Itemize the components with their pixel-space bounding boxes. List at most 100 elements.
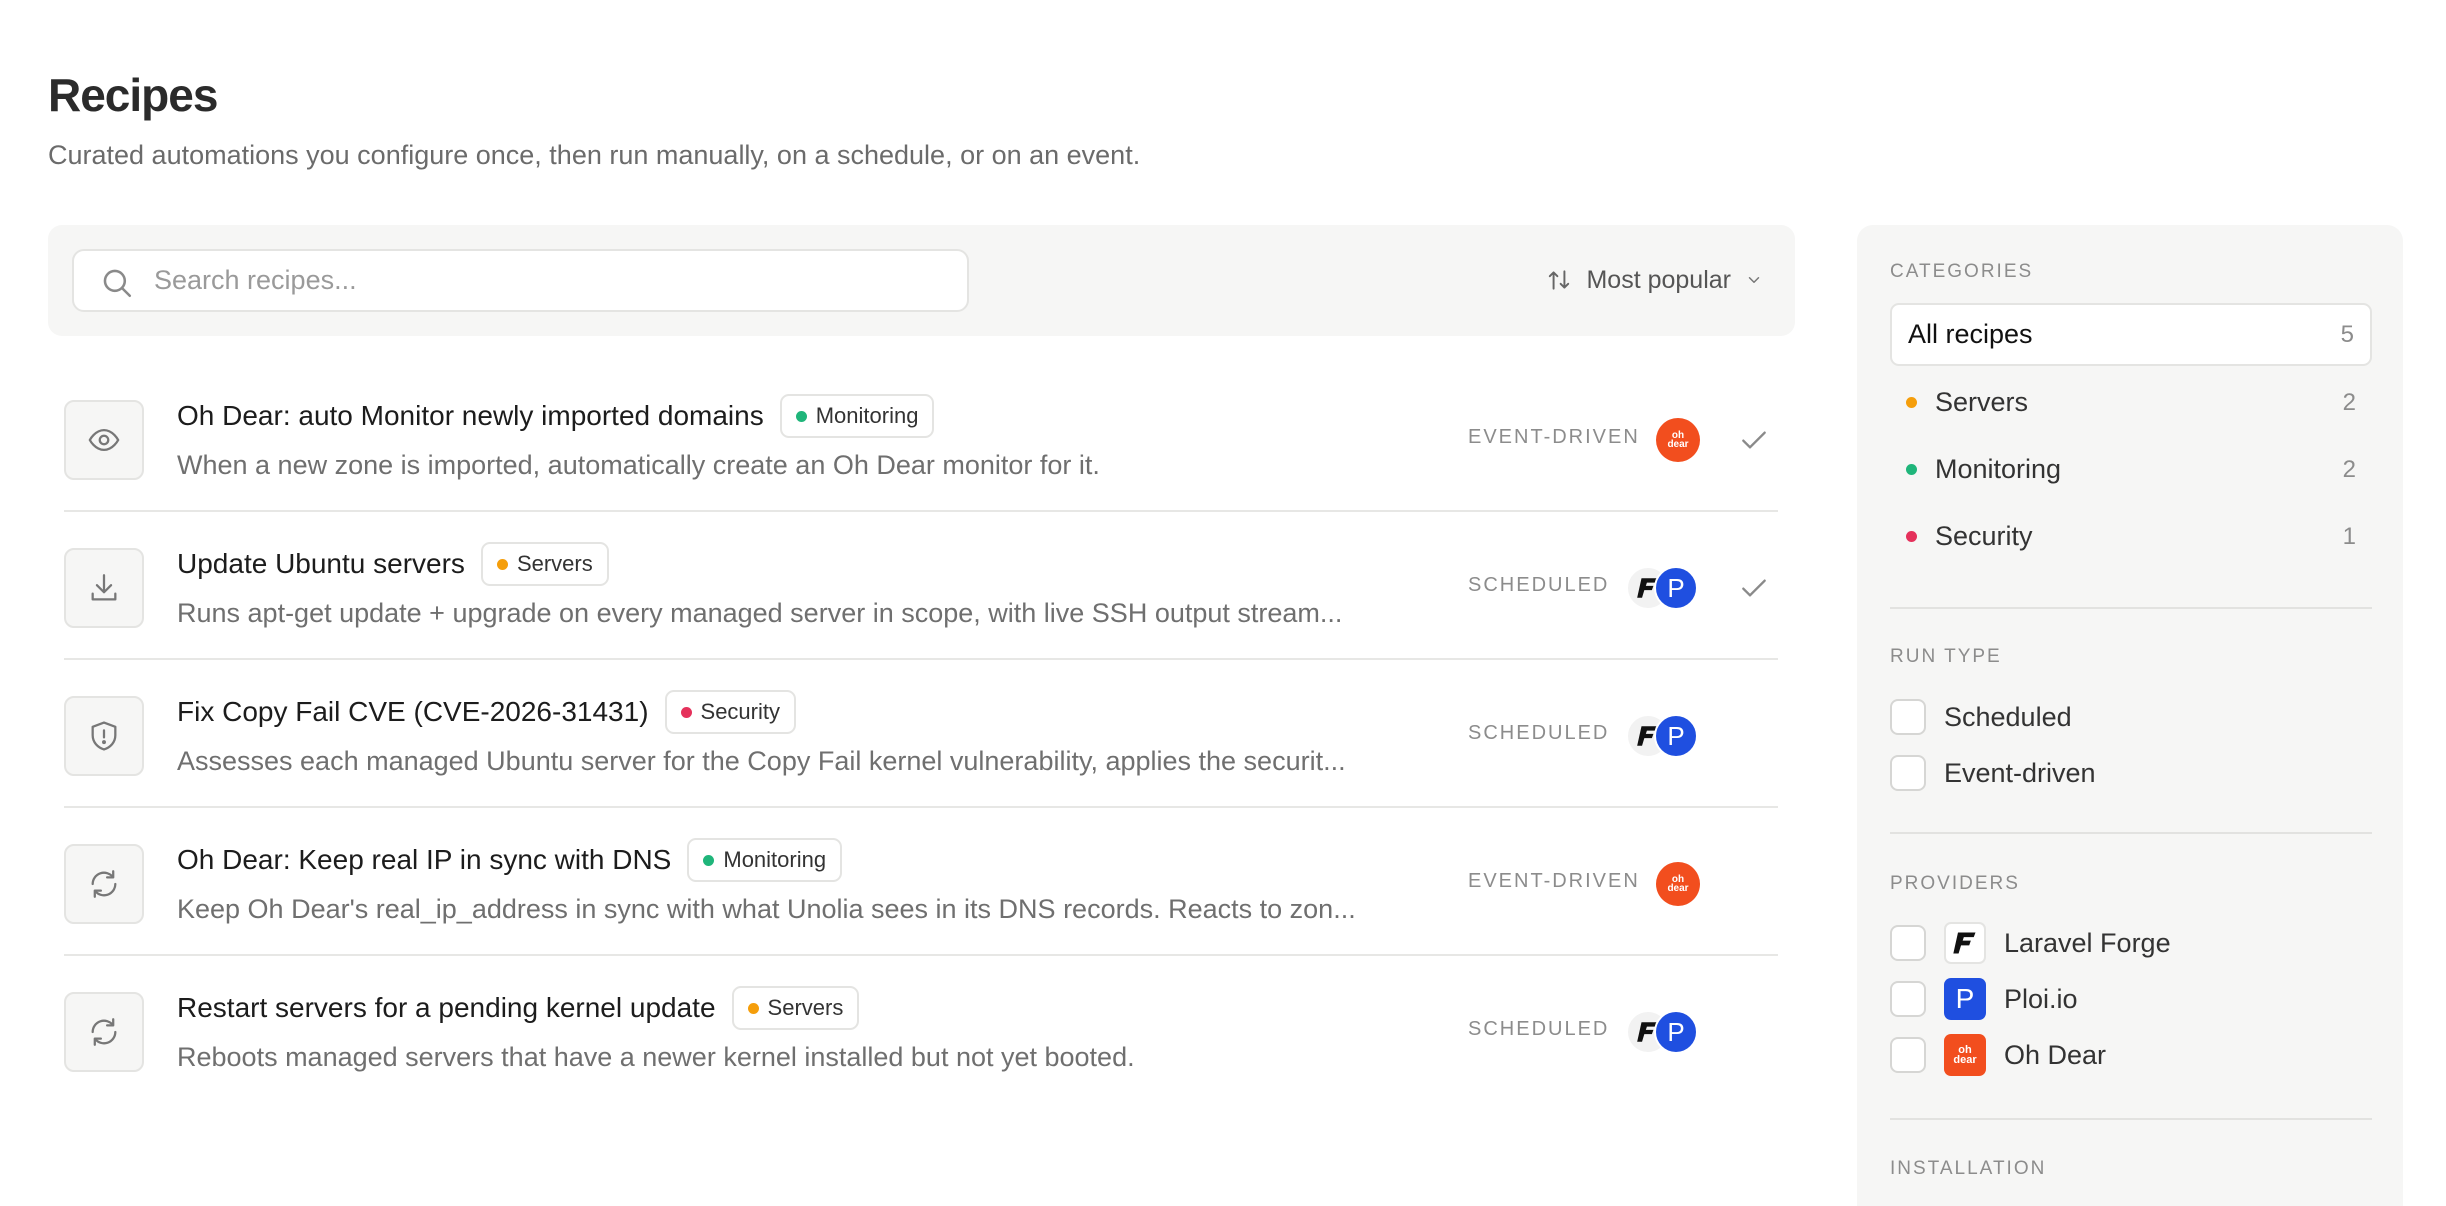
recipe-icon-box xyxy=(64,548,144,628)
category-all-recipes[interactable]: All recipes 5 xyxy=(1890,303,2372,366)
ploi-logo-icon: P xyxy=(1654,714,1698,758)
category-label: Security xyxy=(1935,521,2033,551)
scheduled-checkbox[interactable] xyxy=(1890,699,1926,735)
category-label: Monitoring xyxy=(723,847,827,872)
recipe-title[interactable]: Fix Copy Fail CVE (CVE-2026-31431) xyxy=(177,696,649,728)
ploi-logo-icon: P xyxy=(1654,566,1698,610)
recipe-icon-box xyxy=(64,844,144,924)
installation-heading: INSTALLATION xyxy=(1890,1158,2047,1179)
recipe-row[interactable]: Update Ubuntu servers Servers Runs apt-g… xyxy=(64,512,1778,660)
recipe-description: Assesses each managed Ubuntu server for … xyxy=(177,746,1346,776)
run-type-label: EVENT-DRIVEN xyxy=(1468,870,1640,892)
oh-dear-logo-icon: oh dear xyxy=(1656,862,1700,906)
category-servers[interactable]: Servers 2 xyxy=(1890,371,2372,434)
oh-dear-checkbox[interactable] xyxy=(1890,1037,1926,1073)
category-dot xyxy=(703,854,715,866)
shield-alert-icon xyxy=(91,721,117,751)
category-label: All recipes xyxy=(1908,319,2033,349)
check-icon xyxy=(1742,579,1766,597)
category-count: 2 xyxy=(2342,388,2356,416)
recipe-list: Oh Dear: auto Monitor newly imported dom… xyxy=(64,364,1778,1104)
category-count: 5 xyxy=(2340,320,2354,348)
sort-label: Most popular xyxy=(1586,265,1731,294)
recipe-title[interactable]: Update Ubuntu servers xyxy=(177,548,465,580)
ploi-logo-icon: P xyxy=(1654,1010,1698,1054)
filter-event-driven[interactable]: Event-driven xyxy=(1890,753,2096,793)
recipe-description: Reboots managed servers that have a newe… xyxy=(177,1042,1135,1072)
filter-laravel-forge[interactable]: Laravel Forge xyxy=(1890,922,2171,964)
refresh-icon xyxy=(91,870,117,898)
categories-heading: CATEGORIES xyxy=(1890,261,2034,282)
laravel-forge-logo-icon xyxy=(1944,922,1986,964)
recipe-title[interactable]: Restart servers for a pending kernel upd… xyxy=(177,992,716,1024)
category-count: 1 xyxy=(2342,522,2356,550)
run-type-heading: RUN TYPE xyxy=(1890,646,2002,667)
category-security[interactable]: Security 1 xyxy=(1890,505,2372,568)
recipe-row[interactable]: Restart servers for a pending kernel upd… xyxy=(64,956,1778,1104)
provider-icons: oh dear xyxy=(1626,418,1706,464)
recipes-page: Recipes Curated automations you configur… xyxy=(0,0,2446,1206)
providers-heading: PROVIDERS xyxy=(1890,873,2020,894)
page-subtitle: Curated automations you configure once, … xyxy=(48,140,1141,170)
filter-sidebar: CATEGORIES All recipes 5 Servers 2 Monit… xyxy=(1857,225,2403,1206)
sort-dropdown[interactable]: Most popular xyxy=(1546,255,1763,305)
provider-icons: P xyxy=(1626,1010,1706,1056)
run-type-label: SCHEDULED xyxy=(1468,722,1610,744)
recipe-title-line: Oh Dear: auto Monitor newly imported dom… xyxy=(177,394,935,438)
filter-scheduled[interactable]: Scheduled xyxy=(1890,697,2072,737)
page-title: Recipes xyxy=(48,69,218,121)
search-box[interactable] xyxy=(72,249,969,312)
eye-icon xyxy=(88,428,120,452)
category-monitoring[interactable]: Monitoring 2 xyxy=(1890,438,2372,501)
category-label: Security xyxy=(700,699,780,724)
run-type-label: SCHEDULED xyxy=(1468,574,1610,596)
run-type-label: EVENT-DRIVEN xyxy=(1468,426,1640,448)
oh-dear-logo-icon: oh dear xyxy=(1656,418,1700,462)
recipe-title[interactable]: Oh Dear: auto Monitor newly imported dom… xyxy=(177,400,764,432)
provider-icons: P xyxy=(1626,566,1706,612)
recipe-row[interactable]: Oh Dear: Keep real IP in sync with DNS M… xyxy=(64,808,1778,956)
category-dot xyxy=(496,558,508,570)
laravel-forge-checkbox[interactable] xyxy=(1890,925,1926,961)
category-badge: Monitoring xyxy=(779,394,935,438)
category-dot xyxy=(1906,531,1917,542)
recipe-icon-box xyxy=(64,992,144,1072)
event-driven-checkbox[interactable] xyxy=(1890,755,1926,791)
filter-label: Laravel Forge xyxy=(2004,927,2171,958)
search-input[interactable] xyxy=(154,251,957,310)
divider xyxy=(1890,607,2372,609)
recipe-description: Keep Oh Dear's real_ip_address in sync w… xyxy=(177,894,1356,924)
category-badge: Security xyxy=(664,690,796,734)
recipe-title[interactable]: Oh Dear: Keep real IP in sync with DNS xyxy=(177,844,671,876)
filter-oh-dear[interactable]: oh dear Oh Dear xyxy=(1890,1034,2107,1076)
category-badge: Servers xyxy=(731,986,860,1030)
category-label: Servers xyxy=(767,995,844,1020)
check-icon xyxy=(1742,431,1766,449)
recipe-title-line: Fix Copy Fail CVE (CVE-2026-31431) Secur… xyxy=(177,690,796,734)
recipe-description: Runs apt-get update + upgrade on every m… xyxy=(177,598,1343,628)
provider-icons: P xyxy=(1626,714,1706,760)
recipe-row[interactable]: Oh Dear: auto Monitor newly imported dom… xyxy=(64,364,1778,512)
category-label: Servers xyxy=(1935,387,2029,417)
category-dot xyxy=(1906,464,1917,475)
recipe-row[interactable]: Fix Copy Fail CVE (CVE-2026-31431) Secur… xyxy=(64,660,1778,808)
filter-label: Oh Dear xyxy=(2004,1039,2107,1070)
category-count: 2 xyxy=(2342,455,2356,483)
filter-label: Event-driven xyxy=(1944,757,2096,788)
divider xyxy=(1890,832,2372,834)
filter-label: Ploi.io xyxy=(2004,983,2078,1014)
filter-label: Scheduled xyxy=(1944,701,2072,732)
category-label: Monitoring xyxy=(1935,454,2062,484)
run-type-label: SCHEDULED xyxy=(1468,1018,1610,1040)
recipes-toolbar: Most popular xyxy=(48,225,1795,336)
category-dot xyxy=(680,706,692,718)
category-badge: Servers xyxy=(480,542,609,586)
category-badge: Monitoring xyxy=(687,838,843,882)
download-icon xyxy=(91,574,117,601)
recipe-title-line: Update Ubuntu servers Servers xyxy=(177,542,609,586)
filter-ploi[interactable]: P Ploi.io xyxy=(1890,978,2078,1020)
search-icon xyxy=(103,269,132,298)
ploi-checkbox[interactable] xyxy=(1890,981,1926,1017)
recipe-icon-box xyxy=(64,696,144,776)
category-label: Servers xyxy=(516,551,593,576)
